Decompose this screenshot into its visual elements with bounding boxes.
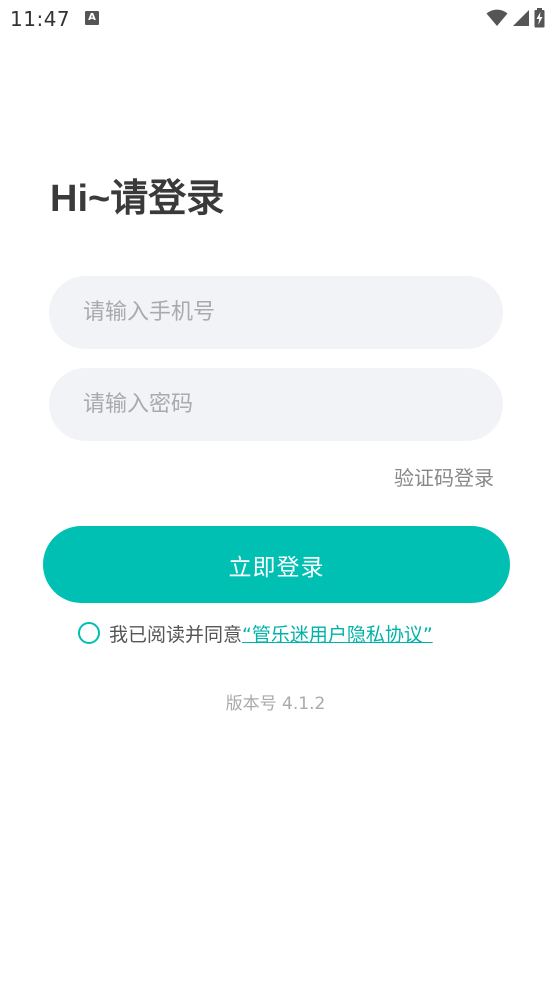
agreement-row: 我已阅读并同意 “管乐迷用户隐私协议” [78,620,433,646]
status-time: 11:47 [10,7,71,31]
wifi-icon [486,9,508,26]
version-row: 版本号 4.1.2 [0,689,553,714]
password-input[interactable] [49,368,503,441]
status-icons [486,8,545,28]
sms-login-link[interactable]: 验证码登录 [394,462,494,491]
phone-input[interactable] [49,276,503,349]
notification-a-icon: A [85,11,99,25]
page-title: Hi~请登录 [50,178,225,220]
login-button[interactable]: 立即登录 [43,526,510,603]
login-screen: 11:47 A Hi~请登录 验证码登录 立即登录 我已阅读并同意 “管乐迷用户… [0,0,553,984]
password-field [49,368,503,441]
version-text: 版本号 4.1.2 [225,694,326,714]
phone-field [49,276,503,349]
privacy-policy-link[interactable]: “管乐迷用户隐私协议” [242,620,433,647]
battery-charging-icon [534,8,545,28]
status-bar: 11:47 A [0,0,553,38]
agreement-text: 我已阅读并同意 [109,623,243,646]
signal-icon [513,10,529,26]
agree-radio-icon[interactable] [78,622,100,644]
